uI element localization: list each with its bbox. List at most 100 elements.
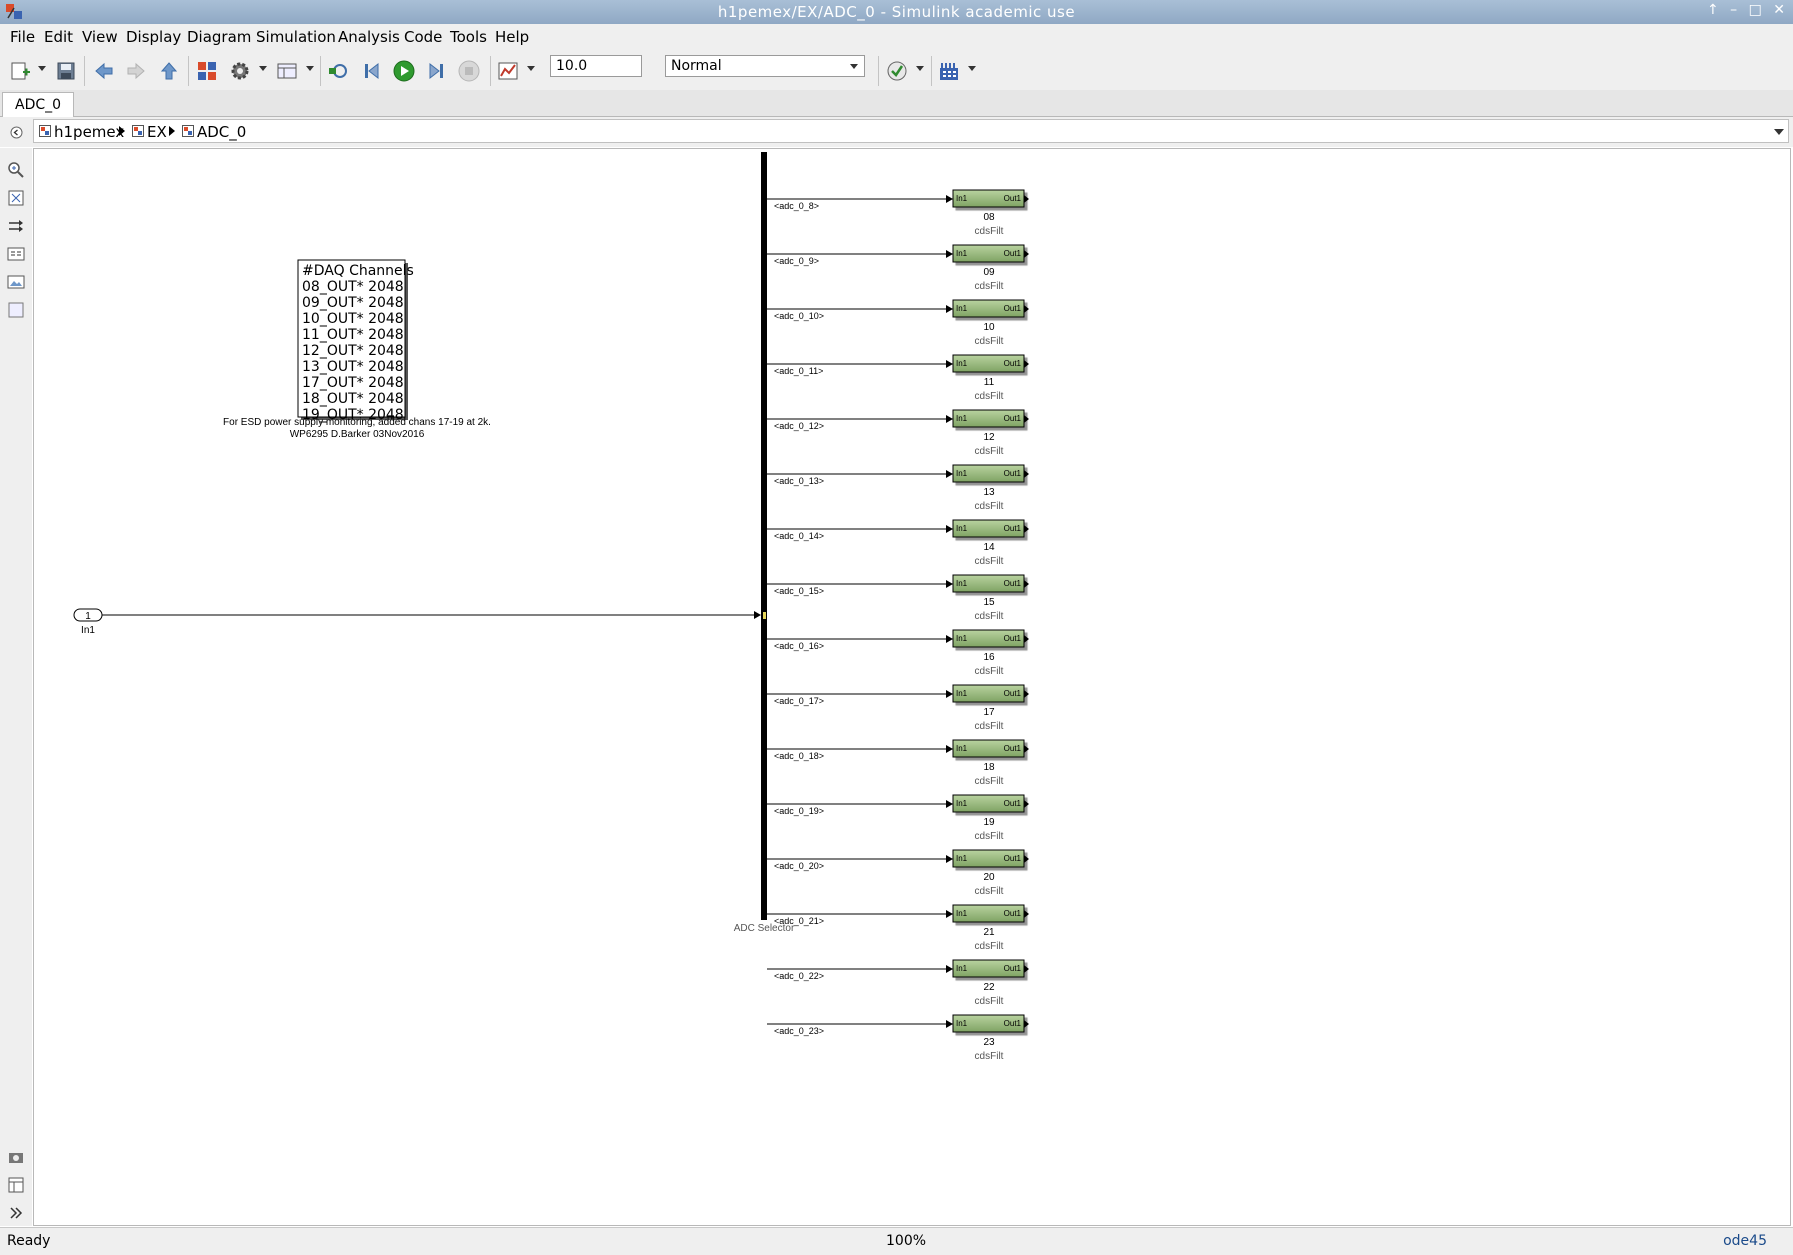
cdsfilt-block-11[interactable]: In1 Out1	[952, 354, 1029, 373]
expand-icon[interactable]	[7, 1204, 25, 1222]
cdsfilt-block-23[interactable]: In1 Out1	[952, 1014, 1029, 1033]
breadcrumb-ex[interactable]: EX	[147, 123, 167, 141]
model-explorer-icon[interactable]	[276, 60, 298, 82]
model-advisor-icon[interactable]	[886, 60, 908, 82]
arrow-icon[interactable]	[7, 217, 25, 235]
cdsfilt-block-08[interactable]: In1 Out1	[952, 189, 1029, 208]
stop-time-input[interactable]: 10.0	[550, 55, 642, 77]
esd-annotation[interactable]: For ESD power supply monitoring, added c…	[223, 417, 491, 440]
block-type-label: cdsFilt	[975, 281, 1004, 292]
left-palette	[0, 148, 32, 1226]
menu-code[interactable]: Code	[404, 28, 442, 46]
solver-link[interactable]: ode45	[1723, 1233, 1767, 1249]
menu-file[interactable]: File	[10, 28, 35, 46]
breadcrumb-adc0[interactable]: ADC_0	[197, 123, 246, 141]
menu-help[interactable]: Help	[495, 28, 529, 46]
block-name: 12	[983, 432, 995, 443]
save-icon[interactable]	[55, 60, 77, 82]
update-diagram-icon[interactable]	[327, 60, 349, 82]
signal-label: <adc_0_14>	[774, 531, 824, 541]
maximize-button[interactable]: □	[1749, 2, 1762, 18]
cdsfilt-block-12[interactable]: In1 Out1	[952, 409, 1029, 428]
model-config-icon[interactable]	[229, 60, 251, 82]
model-advisor-dropdown[interactable]	[916, 66, 924, 71]
arrowhead-icon	[946, 415, 953, 423]
cdsfilt-block-22[interactable]: In1 Out1	[952, 959, 1029, 978]
signal-label: <adc_0_8>	[774, 201, 819, 211]
cdsfilt-block-19[interactable]: In1 Out1	[952, 794, 1029, 813]
adc-selector-block[interactable]	[761, 152, 767, 920]
build-icon[interactable]	[938, 60, 960, 82]
outport-arrow-icon	[1024, 965, 1029, 973]
step-back-icon[interactable]	[361, 60, 383, 82]
step-forward-icon[interactable]	[425, 60, 447, 82]
menu-diagram[interactable]: Diagram	[187, 28, 251, 46]
data-inspector-icon[interactable]	[497, 60, 519, 82]
arrowhead-icon	[946, 470, 953, 478]
fit-view-icon[interactable]	[7, 189, 25, 207]
channel-row-16: <adc_0_16> In1 Out1 16 cdsFilt	[767, 629, 1029, 677]
data-inspector-dropdown[interactable]	[527, 66, 535, 71]
signal-label: <adc_0_21>	[774, 916, 824, 926]
signal-label: <adc_0_17>	[774, 696, 824, 706]
outport-arrow-icon	[1024, 360, 1029, 368]
cdsfilt-block-17[interactable]: In1 Out1	[952, 684, 1029, 703]
stop-icon[interactable]	[458, 60, 480, 82]
tab-adc0[interactable]: ADC_0	[2, 92, 75, 117]
menu-display[interactable]: Display	[126, 28, 181, 46]
daq-note-line: 08_OUT* 2048	[302, 279, 404, 295]
cdsfilt-block-16[interactable]: In1 Out1	[952, 629, 1029, 648]
cdsfilt-block-20[interactable]: In1 Out1	[952, 849, 1029, 868]
daq-note-line: 18_OUT* 2048	[302, 391, 404, 407]
block-out-label: Out1	[1004, 359, 1022, 368]
channel-row-17: <adc_0_17> In1 Out1 17 cdsFilt	[767, 684, 1029, 732]
menu-analysis[interactable]: Analysis	[338, 28, 400, 46]
model-config-dropdown[interactable]	[259, 66, 267, 71]
model-tabbar: ADC_0	[0, 90, 1793, 117]
build-dropdown[interactable]	[968, 66, 976, 71]
history-icon[interactable]	[10, 126, 23, 139]
cdsfilt-block-21[interactable]: In1 Out1	[952, 904, 1029, 923]
breadcrumb-model[interactable]: h1pemex	[54, 123, 124, 141]
subsystem-icon	[132, 125, 144, 137]
block-type-label: cdsFilt	[975, 996, 1004, 1007]
new-model-icon[interactable]	[9, 60, 31, 82]
model-explorer-dropdown[interactable]	[306, 66, 314, 71]
block-in-label: In1	[956, 304, 968, 313]
minimize-button[interactable]: –	[1730, 2, 1737, 18]
block-out-label: Out1	[1004, 249, 1022, 258]
block-out-label: Out1	[1004, 964, 1022, 973]
image-icon[interactable]	[7, 273, 25, 291]
menu-view[interactable]: View	[82, 28, 118, 46]
new-model-dropdown[interactable]	[38, 66, 46, 71]
simulation-mode-select[interactable]: Normal	[665, 55, 865, 77]
cdsfilt-block-18[interactable]: In1 Out1	[952, 739, 1029, 758]
up-icon[interactable]	[158, 60, 180, 82]
menu-tools[interactable]: Tools	[450, 28, 487, 46]
annotation-icon[interactable]	[7, 245, 25, 263]
outport-arrow-icon	[1024, 580, 1029, 588]
chevron-down-icon[interactable]	[1774, 129, 1784, 135]
forward-icon[interactable]	[125, 60, 147, 82]
model-browser-icon[interactable]	[7, 1176, 25, 1194]
cdsfilt-block-10[interactable]: In1 Out1	[952, 299, 1029, 318]
back-icon[interactable]	[93, 60, 115, 82]
block-name: 14	[983, 542, 995, 553]
daq-channels-note[interactable]: #DAQ Channels 08_OUT* 2048 09_OUT* 2048 10_…	[297, 259, 414, 423]
menu-edit[interactable]: Edit	[44, 28, 73, 46]
signal-label: <adc_0_18>	[774, 751, 824, 761]
keep-above-button[interactable]: ↑	[1707, 2, 1719, 18]
screenshot-icon[interactable]	[7, 1148, 25, 1166]
cdsfilt-block-14[interactable]: In1 Out1	[952, 519, 1029, 538]
area-icon[interactable]	[7, 301, 25, 319]
inport-in1[interactable]: 1 In1	[73, 608, 103, 636]
cdsfilt-block-13[interactable]: In1 Out1	[952, 464, 1029, 483]
diagram-canvas[interactable]: #DAQ Channels 08_OUT* 2048 09_OUT* 2048 10_…	[33, 148, 1791, 1226]
run-icon[interactable]	[393, 60, 415, 82]
library-browser-icon[interactable]	[196, 60, 218, 82]
close-button[interactable]: ✕	[1773, 2, 1785, 18]
zoom-icon[interactable]	[7, 161, 25, 179]
cdsfilt-block-15[interactable]: In1 Out1	[952, 574, 1029, 593]
cdsfilt-block-09[interactable]: In1 Out1	[952, 244, 1029, 263]
menu-simulation[interactable]: Simulation	[256, 28, 336, 46]
